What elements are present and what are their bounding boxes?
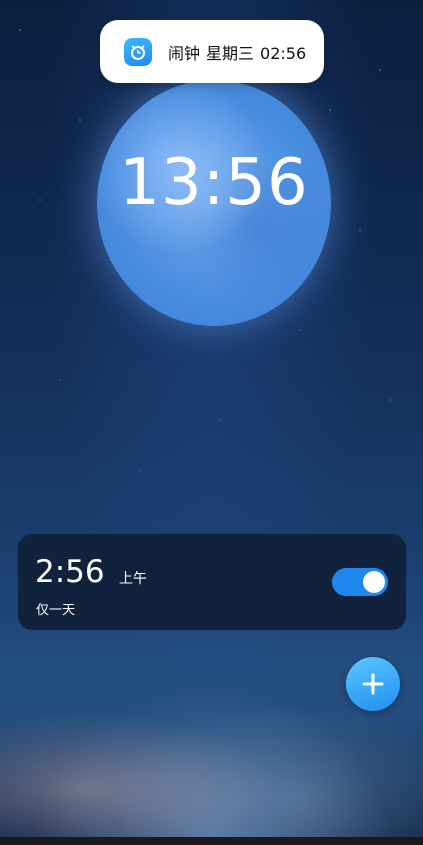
add-alarm-button[interactable] bbox=[346, 657, 400, 711]
alarm-clock-icon bbox=[124, 37, 152, 66]
notification-app: 闹钟 bbox=[168, 43, 201, 63]
alarm-item[interactable]: 2:56 上午 仅一天 bbox=[18, 534, 406, 630]
toggle-knob bbox=[363, 571, 385, 593]
current-time: 13:56 bbox=[119, 146, 309, 220]
notification-time: 02:56 bbox=[260, 43, 307, 63]
notification-text: 闹钟 星期三 02:56 bbox=[168, 40, 312, 64]
alarm-notification[interactable]: 闹钟 星期三 02:56 bbox=[100, 20, 324, 83]
plus-icon bbox=[362, 673, 384, 695]
alarm-repeat-label: 仅一天 bbox=[36, 603, 76, 618]
alarm-toggle-switch[interactable] bbox=[332, 568, 388, 596]
alarm-screen: 13:56 闹钟 星期三 02:56 2:56 上午 仅一天 bbox=[0, 0, 423, 845]
alarm-period: 上午 bbox=[119, 571, 147, 587]
navigation-bar bbox=[0, 837, 423, 845]
notification-day: 星期三 bbox=[206, 43, 255, 63]
alarm-time: 2:56 bbox=[35, 554, 105, 590]
